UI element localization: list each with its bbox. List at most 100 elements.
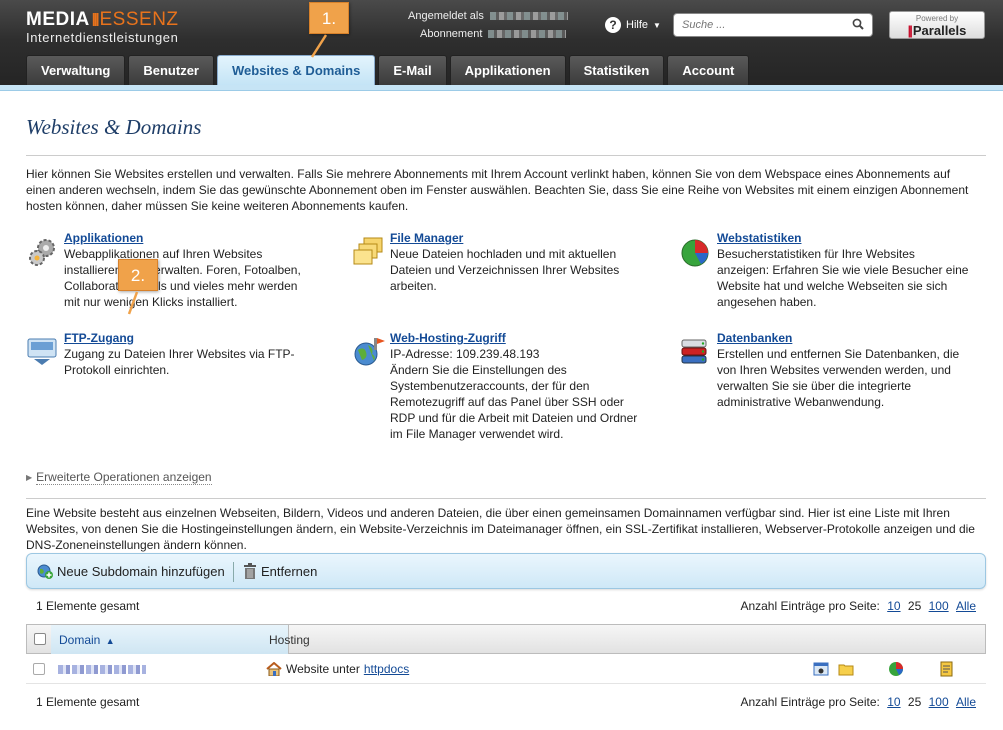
tool-desc-file-manager: Neue Dateien hochladen und mit aktuellen… bbox=[390, 247, 620, 293]
tab-underline-strip bbox=[0, 85, 1003, 91]
tool-webstatistiken: Webstatistiken Besucherstatistiken für I… bbox=[679, 230, 969, 310]
search-icon[interactable] bbox=[852, 18, 864, 33]
tab-websites-domains[interactable]: Websites & Domains bbox=[216, 55, 376, 87]
table-row: Website unter httpdocs bbox=[26, 654, 986, 684]
tab-email[interactable]: E-Mail bbox=[378, 55, 447, 85]
per-page-label: Anzahl Einträge pro Seite: bbox=[740, 599, 880, 613]
main-content: Websites & Domains Hier können Sie Websi… bbox=[26, 100, 986, 553]
callout-1-pointer bbox=[310, 34, 328, 58]
main-tabs: Verwaltung Benutzer Websites & Domains E… bbox=[26, 55, 750, 87]
redacted-username bbox=[489, 12, 568, 21]
redacted-domain-link[interactable] bbox=[58, 665, 146, 674]
domains-table: Domain ▲ Hosting Website unter httpdocs bbox=[26, 624, 986, 684]
tool-applikationen: Applikationen Webapplikationen auf Ihren… bbox=[26, 230, 316, 310]
tool-link-applikationen[interactable]: Applikationen bbox=[64, 231, 143, 245]
globe-icon bbox=[352, 336, 386, 368]
callout-1: 1. bbox=[309, 2, 349, 58]
tool-web-hosting-zugriff: Web-Hosting-Zugriff IP-Adresse: 109.239.… bbox=[352, 330, 642, 442]
tool-link-web-hosting-zugriff[interactable]: Web-Hosting-Zugriff bbox=[390, 331, 506, 345]
tool-desc-web-hosting-zugriff: IP-Adresse: 109.239.48.193 Ändern Sie di… bbox=[390, 347, 638, 441]
domain-column-header[interactable]: Domain ▲ bbox=[59, 633, 115, 647]
per-page-selector: Anzahl Einträge pro Seite: 10 25 100 All… bbox=[740, 599, 976, 613]
parallels-badge[interactable]: Powered by || Parallels bbox=[889, 11, 985, 39]
tool-desc-ftp-zugang: Zugang zu Dateien Ihrer Websites via FTP… bbox=[64, 347, 295, 377]
tab-statistiken[interactable]: Statistiken bbox=[568, 55, 665, 85]
per-page-100[interactable]: 100 bbox=[929, 599, 949, 613]
subscription-selector[interactable]: Abonnement bbox=[420, 28, 567, 40]
sites-description: Eine Website besteht aus einzelnen Webse… bbox=[26, 506, 975, 552]
per-page-10-bottom[interactable]: 10 bbox=[887, 695, 900, 709]
ftp-icon bbox=[26, 336, 60, 368]
httpdocs-link[interactable]: httpdocs bbox=[364, 662, 409, 676]
header-bar: MEDIA ||| ESSENZ Internetdienstleistungen … bbox=[0, 0, 1003, 89]
hosting-column-header[interactable]: Hosting bbox=[269, 633, 310, 647]
tool-link-file-manager[interactable]: File Manager bbox=[390, 231, 463, 245]
folders-icon bbox=[352, 236, 386, 268]
trash-icon bbox=[244, 563, 256, 579]
select-all-checkbox[interactable] bbox=[34, 633, 46, 645]
advanced-operations-toggle[interactable]: ▶ Erweiterte Operationen anzeigen bbox=[26, 470, 986, 485]
callout-2: 2. bbox=[118, 259, 158, 315]
tab-account[interactable]: Account bbox=[667, 55, 750, 85]
per-page-10[interactable]: 10 bbox=[887, 599, 900, 613]
page-title: Websites & Domains bbox=[26, 115, 202, 139]
table-header: Domain ▲ Hosting bbox=[26, 624, 986, 654]
list-summary-bottom: 1 Elemente gesamt Anzahl Einträge pro Se… bbox=[36, 695, 976, 709]
intro-text: Hier können Sie Websites erstellen und v… bbox=[26, 167, 969, 213]
triangle-right-icon: ▶ bbox=[26, 473, 33, 482]
per-page-selector-bottom: Anzahl Einträge pro Seite: 10 25 100 All… bbox=[740, 695, 976, 709]
section-divider bbox=[26, 498, 986, 499]
callout-2-pointer bbox=[127, 291, 139, 315]
help-menu[interactable]: ? Hilfe ▼ bbox=[605, 17, 661, 33]
per-page-all-bottom[interactable]: Alle bbox=[956, 695, 976, 709]
domain-header-label: Domain bbox=[59, 633, 101, 647]
add-globe-icon bbox=[37, 564, 53, 579]
statistics-icon[interactable] bbox=[888, 661, 904, 677]
logged-in-label: Angemeldet als bbox=[408, 10, 484, 22]
tool-link-webstatistiken[interactable]: Webstatistiken bbox=[717, 231, 801, 245]
tool-datenbanken: Datenbanken Erstellen und entfernen Sie … bbox=[679, 330, 969, 410]
help-icon: ? bbox=[605, 17, 621, 33]
database-icon bbox=[679, 336, 713, 368]
logo-wordmark: MEDIA ||| ESSENZ bbox=[26, 9, 179, 30]
sort-ascending-icon: ▲ bbox=[105, 636, 115, 646]
redacted-subscription bbox=[488, 30, 567, 39]
tool-desc-webstatistiken: Besucherstatistiken für Ihre Websites an… bbox=[717, 247, 969, 309]
list-toolbar: Neue Subdomain hinzufügen Entfernen bbox=[26, 553, 986, 589]
per-page-all[interactable]: Alle bbox=[956, 599, 976, 613]
pie-chart-icon bbox=[679, 236, 713, 268]
gears-icon bbox=[26, 236, 60, 268]
logo-tagline: Internetdienstleistungen bbox=[26, 30, 179, 45]
row-checkbox[interactable] bbox=[33, 663, 45, 675]
search-box bbox=[673, 13, 873, 37]
folder-icon[interactable] bbox=[838, 661, 854, 677]
remove-label: Entfernen bbox=[261, 563, 318, 579]
tab-verwaltung[interactable]: Verwaltung bbox=[26, 55, 126, 85]
total-count: 1 Elemente gesamt bbox=[36, 599, 140, 613]
per-page-25: 25 bbox=[907, 599, 922, 613]
total-count-bottom: 1 Elemente gesamt bbox=[36, 695, 140, 709]
tool-link-ftp-zugang[interactable]: FTP-Zugang bbox=[64, 331, 134, 345]
add-subdomain-label: Neue Subdomain hinzufügen bbox=[57, 563, 225, 579]
advanced-operations-label: Erweiterte Operationen anzeigen bbox=[36, 470, 212, 485]
logged-in-info: Angemeldet als bbox=[408, 10, 568, 22]
add-subdomain-button[interactable]: Neue Subdomain hinzufügen bbox=[37, 563, 225, 579]
chevron-down-icon: ▼ bbox=[653, 20, 661, 30]
tab-benutzer[interactable]: Benutzer bbox=[128, 55, 214, 85]
tool-link-datenbanken[interactable]: Datenbanken bbox=[717, 331, 792, 345]
tool-file-manager: File Manager Neue Dateien hochladen und … bbox=[352, 230, 642, 294]
logo[interactable]: MEDIA ||| ESSENZ Internetdienstleistungen bbox=[26, 8, 179, 46]
list-summary-top: 1 Elemente gesamt Anzahl Einträge pro Se… bbox=[36, 599, 976, 613]
preview-icon[interactable] bbox=[813, 661, 829, 677]
tool-ftp-zugang: FTP-Zugang Zugang zu Dateien Ihrer Websi… bbox=[26, 330, 316, 378]
tool-grid: Applikationen Webapplikationen auf Ihren… bbox=[26, 226, 986, 466]
tab-applikationen[interactable]: Applikationen bbox=[449, 55, 566, 85]
home-icon bbox=[266, 662, 282, 676]
parallels-logo: || Parallels bbox=[907, 23, 967, 38]
per-page-100-bottom[interactable]: 100 bbox=[929, 695, 949, 709]
remove-button[interactable]: Entfernen bbox=[243, 563, 317, 579]
title-divider bbox=[26, 155, 986, 156]
hosting-prefix: Website unter bbox=[286, 662, 360, 676]
search-input[interactable] bbox=[674, 14, 844, 36]
log-icon[interactable] bbox=[938, 661, 954, 677]
